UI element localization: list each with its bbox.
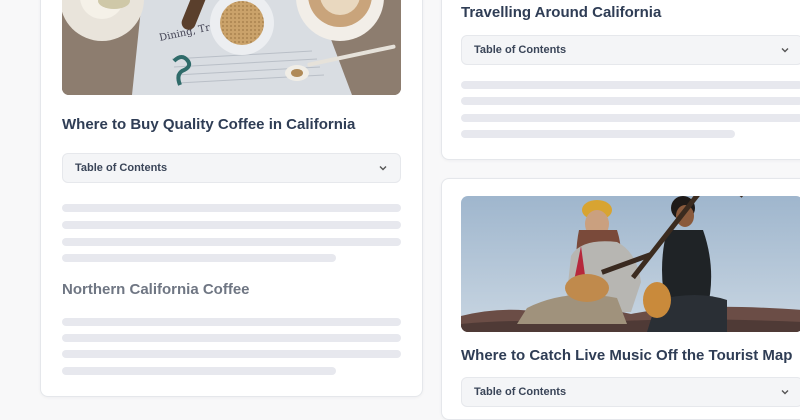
chevron-down-icon [781, 390, 789, 395]
skeleton-line [62, 350, 401, 358]
skeleton-line [461, 114, 800, 122]
coffee-image: Dining, Tr [62, 0, 401, 95]
toc-label: Table of Contents [474, 386, 567, 398]
toc-label: Table of Contents [75, 162, 168, 174]
section-heading: Northern California Coffee [62, 281, 250, 298]
skeleton-line [62, 221, 401, 229]
article-card-travel[interactable]: Travelling Around California Table of Co… [441, 0, 800, 160]
article-title[interactable]: Where to Buy Quality Coffee in Californi… [62, 116, 355, 133]
skeleton-line [461, 130, 735, 138]
skeleton-line [62, 254, 336, 262]
article-card-live-music[interactable]: Where to Catch Live Music Off the Touris… [441, 178, 800, 420]
chevron-down-icon [379, 166, 387, 171]
toc-label: Table of Contents [474, 44, 567, 56]
article-card-coffee[interactable]: Dining, Tr Where to Buy Quality Coffee i… [40, 0, 423, 397]
skeleton-line [461, 81, 800, 89]
article-title[interactable]: Travelling Around California [461, 4, 661, 21]
skeleton-line [62, 238, 401, 246]
table-of-contents-dropdown[interactable]: Table of Contents [461, 377, 800, 407]
table-of-contents-dropdown[interactable]: Table of Contents [461, 35, 800, 65]
musicians-image [461, 196, 800, 332]
skeleton-line [461, 97, 800, 105]
skeleton-line [62, 204, 401, 212]
skeleton-line [62, 334, 401, 342]
skeleton-line [62, 318, 401, 326]
skeleton-line [62, 367, 336, 375]
chevron-down-icon [781, 48, 789, 53]
article-title[interactable]: Where to Catch Live Music Off the Touris… [461, 347, 792, 364]
table-of-contents-dropdown[interactable]: Table of Contents [62, 153, 401, 183]
